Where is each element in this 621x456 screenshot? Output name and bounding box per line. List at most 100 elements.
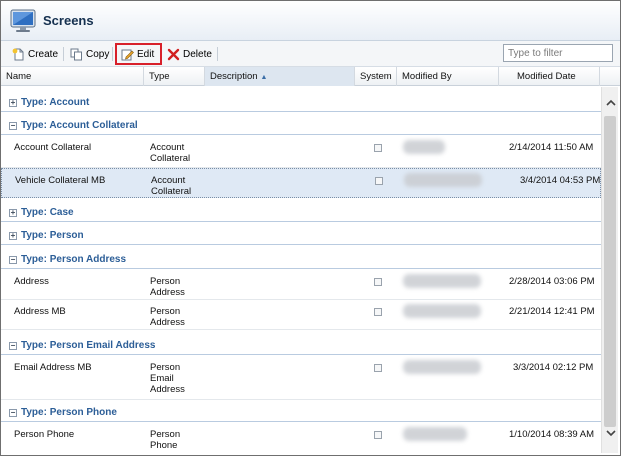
group-label: Type: Person Email Address [21, 340, 156, 351]
group-header-case[interactable]: + Type: Case [1, 202, 601, 222]
chevron-down-icon[interactable] [602, 426, 619, 443]
row-name: Address MB [14, 306, 66, 317]
row-type-line: Person [150, 276, 181, 287]
group-header-person[interactable]: + Type: Person [1, 225, 601, 245]
grid-body: + Type: Account − Type: Account Collater… [1, 87, 601, 455]
edit-highlight-box [115, 43, 162, 65]
window-header: Screens [1, 1, 620, 41]
vertical-scrollbar[interactable] [601, 87, 618, 453]
row-type: Account Collateral [151, 175, 206, 197]
group-label: Type: Person Address [21, 254, 127, 265]
row-type-line: Address [150, 317, 185, 328]
system-checkbox [374, 308, 382, 316]
row-name: Vehicle Collateral MB [15, 175, 106, 186]
system-checkbox [374, 364, 382, 372]
column-header-name[interactable]: Name [1, 67, 144, 86]
group-header-person-phone[interactable]: − Type: Person Phone [1, 402, 601, 422]
copy-label: Copy [86, 48, 110, 60]
column-header-type-label: Type [149, 71, 170, 82]
column-header-row: Name Type Description ▲ System Modified B… [1, 67, 620, 86]
row-type-line: Address [150, 384, 185, 395]
monitor-icon [10, 9, 36, 32]
row-modified-date: 2/14/2014 11:50 AM [509, 142, 594, 153]
table-row[interactable]: Address Person Address 2/28/2014 03:06 P… [1, 270, 601, 300]
row-modified-date: 3/3/2014 02:12 PM [513, 362, 594, 373]
group-header-person-address[interactable]: − Type: Person Address [1, 249, 601, 269]
group-label: Type: Account [21, 97, 90, 108]
row-type-line: Email [150, 373, 174, 384]
column-header-system[interactable]: System [355, 67, 397, 86]
delete-button[interactable]: Delete [167, 45, 212, 63]
column-header-type[interactable]: Type [144, 67, 205, 86]
create-button[interactable]: Create [12, 45, 58, 63]
row-type-line: Collateral [151, 186, 192, 197]
column-header-description-label: Description [210, 71, 258, 82]
modified-by-redacted [403, 140, 445, 154]
row-type-line: Person [150, 429, 181, 440]
column-header-modified-date-label: Modified Date [517, 71, 576, 82]
group-label: Type: Person Phone [21, 407, 117, 418]
row-type-line: Collateral [150, 153, 191, 164]
row-type: Person Address [150, 276, 205, 298]
row-type: Person Phone [150, 429, 205, 451]
new-document-icon [12, 48, 24, 60]
collapse-icon[interactable]: − [9, 342, 17, 350]
table-row[interactable]: Account Collateral Account Collateral 2/… [1, 136, 601, 168]
expand-icon[interactable]: + [9, 209, 17, 217]
column-header-modified-by[interactable]: Modified By [397, 67, 499, 86]
row-name: Address [14, 276, 49, 287]
expand-icon[interactable]: + [9, 232, 17, 240]
collapse-icon[interactable]: − [9, 409, 17, 417]
row-name: Email Address MB [14, 362, 92, 373]
group-label: Type: Case [21, 207, 74, 218]
table-row[interactable]: Address MB Person Address 2/21/2014 12:4… [1, 300, 601, 330]
table-row[interactable]: Email Address MB Person Email Address 3/… [1, 356, 601, 400]
row-name: Account Collateral [14, 142, 92, 153]
scrollbar-thumb[interactable] [604, 116, 616, 427]
system-checkbox [374, 431, 382, 439]
modified-by-redacted [403, 427, 467, 441]
modified-by-redacted [403, 274, 481, 288]
group-label: Type: Account Collateral [21, 120, 138, 131]
toolbar-divider [112, 47, 113, 61]
screens-window: Screens Create Copy Edit Delete Type to … [0, 0, 621, 456]
row-modified-date: 2/28/2014 03:06 PM [509, 276, 595, 287]
modified-by-redacted [403, 360, 481, 374]
column-header-modified-date[interactable]: Modified Date [499, 67, 600, 86]
collapse-icon[interactable]: − [9, 256, 17, 264]
row-type: Account Collateral [150, 142, 205, 164]
group-header-account-collateral[interactable]: − Type: Account Collateral [1, 115, 601, 135]
group-label: Type: Person [21, 230, 84, 241]
copy-icon [70, 48, 82, 60]
system-checkbox [374, 278, 382, 286]
system-checkbox [375, 177, 383, 185]
row-modified-date: 1/10/2014 08:39 AM [509, 429, 595, 440]
expand-icon[interactable]: + [9, 99, 17, 107]
group-header-account[interactable]: + Type: Account [1, 92, 601, 112]
chevron-up-icon[interactable] [602, 95, 619, 112]
column-header-system-label: System [360, 71, 392, 82]
table-row[interactable]: Person Phone Person Phone 1/10/2014 08:3… [1, 423, 601, 455]
row-type: Person Email Address [150, 362, 205, 395]
row-type-line: Account [151, 175, 186, 186]
delete-label: Delete [183, 48, 212, 60]
system-checkbox [374, 144, 382, 152]
toolbar-divider [217, 47, 218, 61]
column-header-name-label: Name [6, 71, 32, 82]
row-name: Person Phone [14, 429, 75, 440]
copy-button[interactable]: Copy [70, 45, 109, 63]
modified-by-redacted [403, 304, 481, 318]
group-header-person-email-address[interactable]: − Type: Person Email Address [1, 335, 601, 355]
row-type-line: Person [150, 306, 181, 317]
row-modified-date: 3/4/2014 04:53 PM [520, 175, 601, 186]
row-type-line: Phone [150, 440, 178, 451]
collapse-icon[interactable]: − [9, 122, 17, 130]
row-type-line: Account [150, 142, 185, 153]
row-modified-date: 2/21/2014 12:41 PM [509, 306, 595, 317]
row-type: Person Address [150, 306, 205, 328]
column-header-description[interactable]: Description ▲ [205, 67, 355, 86]
row-type-line: Address [150, 287, 185, 298]
filter-input[interactable] [503, 44, 613, 62]
table-row-selected[interactable]: Vehicle Collateral MB Account Collateral… [1, 168, 601, 198]
toolbar-divider [63, 47, 64, 61]
